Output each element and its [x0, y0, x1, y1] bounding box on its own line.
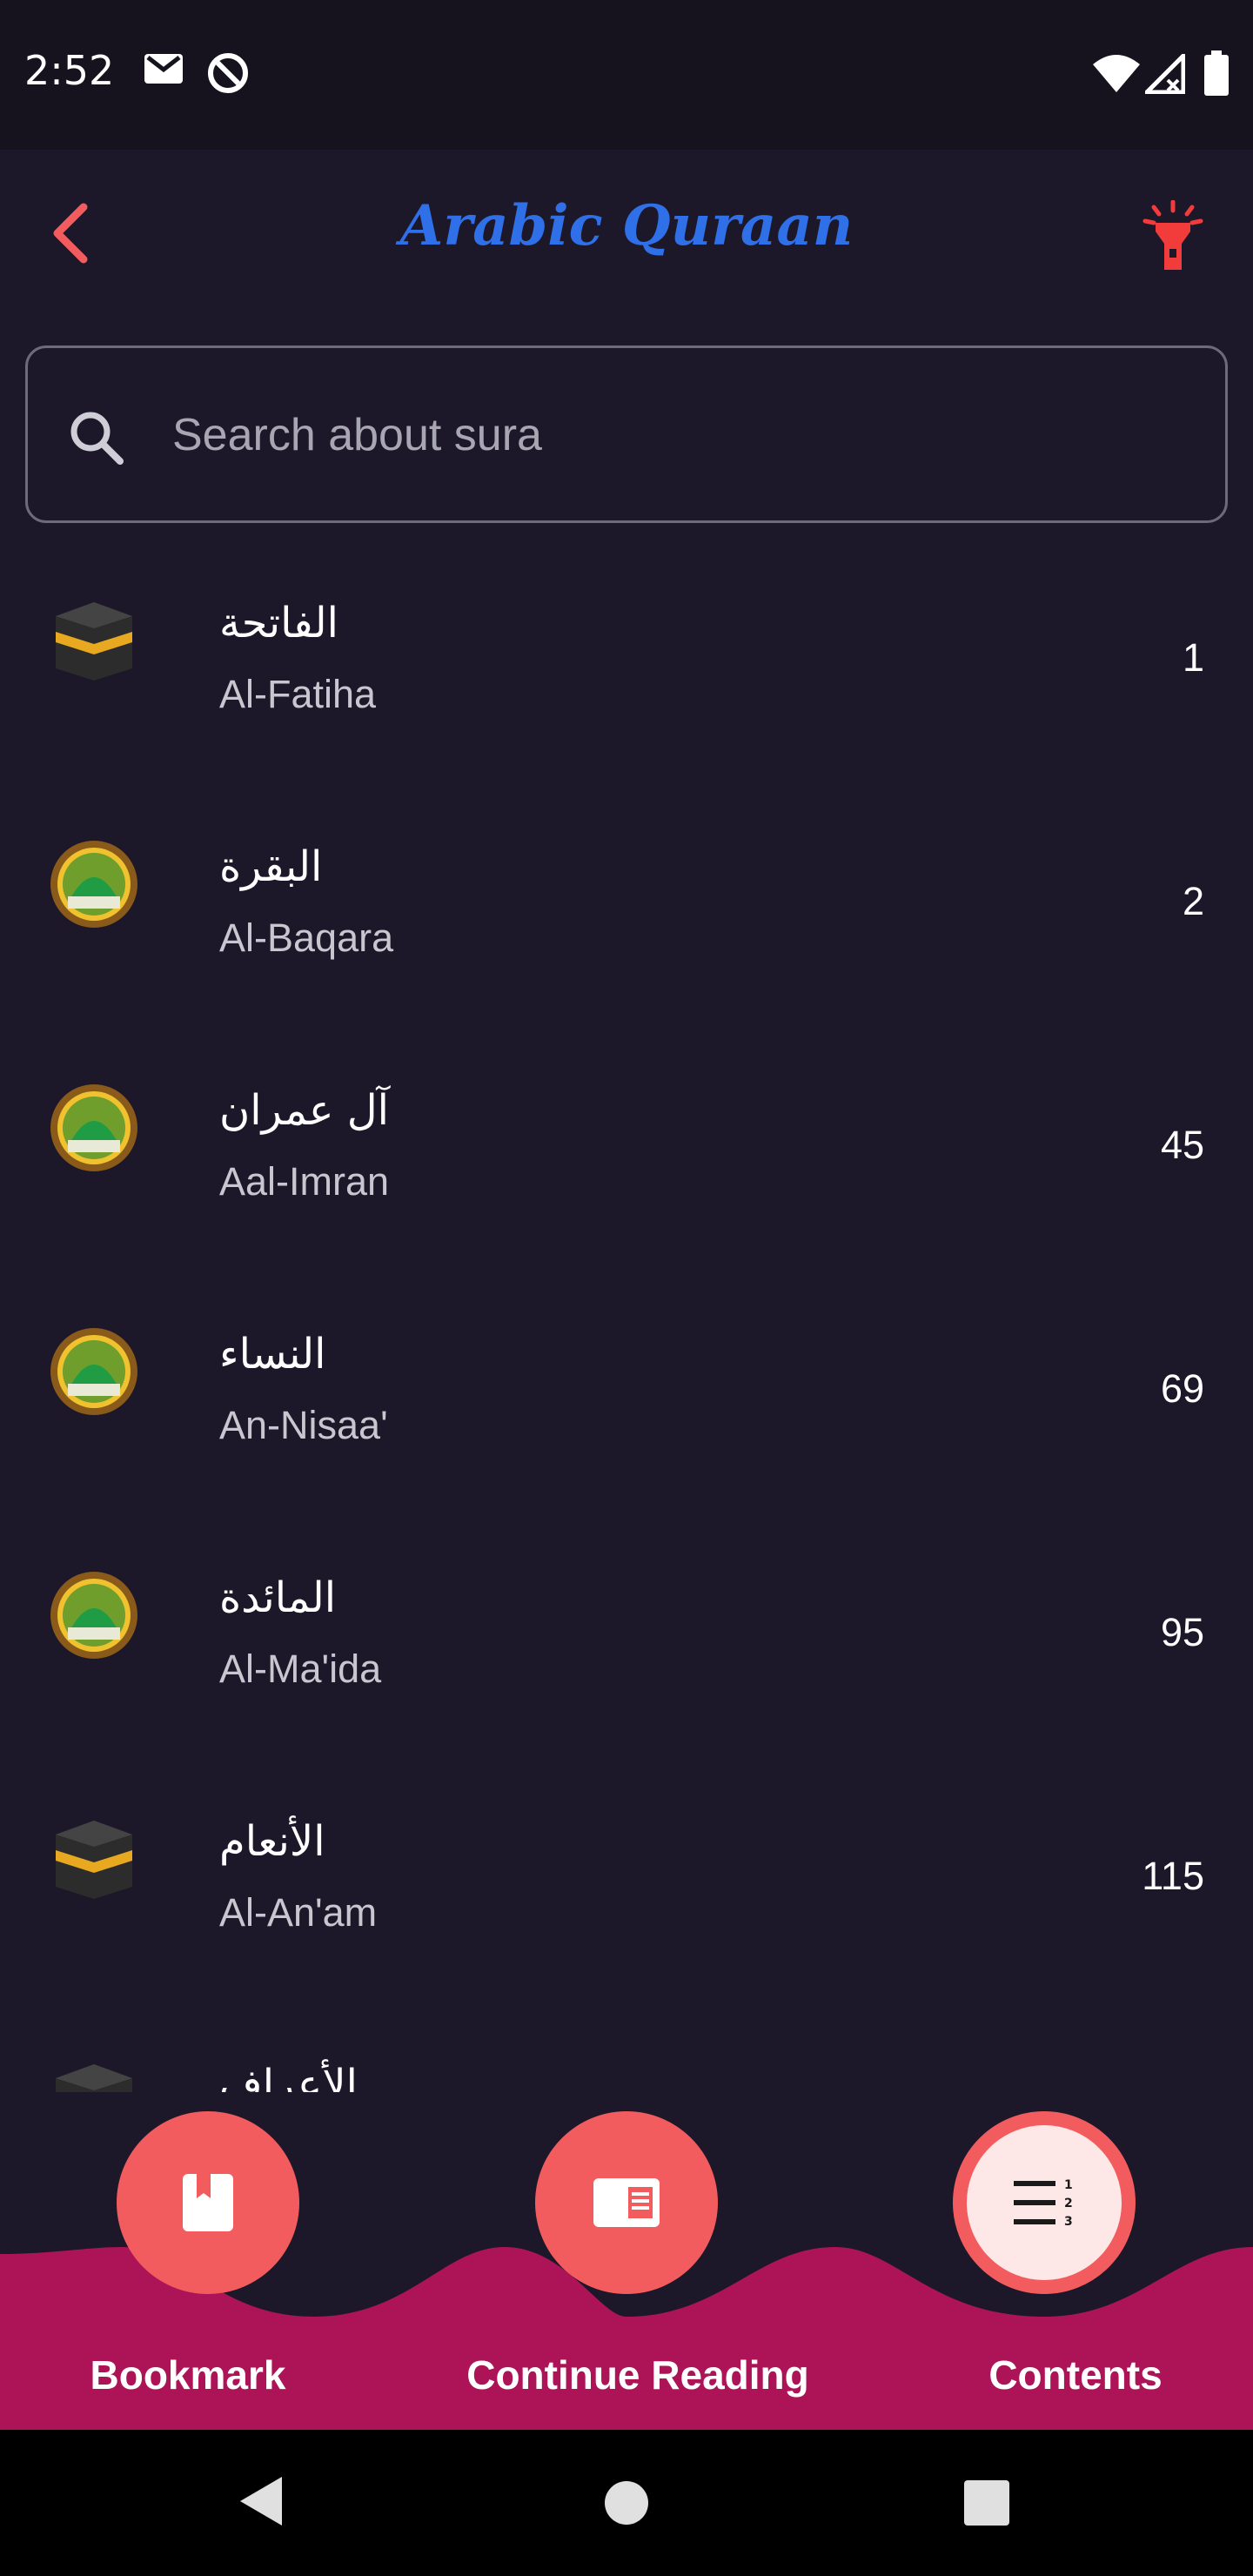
search-icon: [70, 412, 124, 465]
numbered-list-icon: 1 2 3: [1014, 2178, 1073, 2229]
list-item[interactable]: الأعراف: [0, 2014, 1253, 2092]
contents-label[interactable]: Contents: [928, 2351, 1223, 2398]
sura-page-number: 69: [1160, 1366, 1204, 1411]
sura-arabic-name: النساء: [219, 1330, 326, 1379]
sync-off-icon: [208, 53, 248, 93]
sura-arabic-name: البقرة: [219, 842, 323, 891]
app-bar: Arabic Quraan: [0, 150, 1253, 315]
sura-page-number: 1: [1182, 635, 1204, 680]
svg-text:3: 3: [1064, 2215, 1073, 2229]
search-input[interactable]: [172, 392, 1173, 479]
list-item[interactable]: البقرة Al-Baqara 2: [0, 795, 1253, 1039]
list-item[interactable]: الفاتحة Al-Fatiha 1: [0, 552, 1253, 795]
continue-reading-label[interactable]: Continue Reading: [435, 2351, 841, 2398]
sura-latin-name: Al-Baqara: [219, 916, 394, 960]
page-title: Arabic Quraan: [399, 193, 854, 258]
search-box: [25, 345, 1228, 523]
sura-page-number: 45: [1160, 1123, 1204, 1167]
svg-text:2: 2: [1064, 2197, 1073, 2210]
kaaba-icon: [56, 2064, 132, 2092]
list-item[interactable]: الأنعام Al-An'am 115: [0, 1770, 1253, 2014]
sura-arabic-name: الأعراف: [219, 2061, 358, 2092]
kaaba-icon: [56, 602, 132, 681]
signal-icon: [1145, 54, 1185, 94]
bookmark-label[interactable]: Bookmark: [35, 2351, 341, 2398]
list-item[interactable]: المائدة Al-Ma'ida 95: [0, 1526, 1253, 1770]
kaaba-icon: [56, 1821, 132, 1899]
list-item[interactable]: النساء An-Nisaa' 69: [0, 1283, 1253, 1526]
wifi-icon: [1093, 55, 1140, 92]
sura-arabic-name: الفاتحة: [219, 599, 338, 647]
sura-page-number: 115: [1142, 1854, 1204, 1898]
sura-arabic-name: الأنعام: [219, 1817, 325, 1866]
svg-text:1: 1: [1064, 2178, 1073, 2192]
gmail-icon: [144, 54, 183, 84]
status-time: 2:52: [24, 47, 115, 94]
sura-latin-name: Al-Ma'ida: [219, 1647, 382, 1691]
book-icon: [593, 2178, 660, 2227]
mosque-icon: [50, 1572, 137, 1659]
mosque-icon: [50, 1084, 137, 1171]
nav-home-icon[interactable]: [604, 2480, 649, 2526]
sura-latin-name: Aal-Imran: [219, 1159, 390, 1204]
contents-button[interactable]: 1 2 3: [953, 2111, 1136, 2294]
bookmark-button[interactable]: [117, 2111, 299, 2294]
sura-arabic-name: آل عمران: [219, 1086, 389, 1135]
sura-page-number: 95: [1160, 1610, 1204, 1654]
mosque-icon: [50, 1328, 137, 1415]
nav-recents-icon[interactable]: [964, 2480, 1009, 2526]
sura-page-number: 2: [1182, 879, 1204, 923]
sura-list: الفاتحة Al-Fatiha 1 البقرة Al-Baqara 2 آ…: [0, 552, 1253, 2092]
mosque-icon: [50, 841, 137, 928]
nav-back-icon[interactable]: [237, 2475, 285, 2527]
system-nav-bar: [0, 2430, 1253, 2576]
torch-icon[interactable]: [1142, 200, 1204, 273]
sura-latin-name: An-Nisaa': [219, 1403, 388, 1447]
battery-icon: [1204, 50, 1229, 96]
continue-reading-button[interactable]: [535, 2111, 718, 2294]
sura-latin-name: Al-An'am: [219, 1890, 378, 1935]
bookmark-icon: [183, 2174, 233, 2231]
status-bar: 2:52: [0, 0, 1253, 150]
sura-arabic-name: المائدة: [219, 1573, 337, 1622]
list-item[interactable]: آل عمران Aal-Imran 45: [0, 1039, 1253, 1283]
bottom-nav: 1 2 3 Bookmark Continue Reading Contents: [0, 2089, 1253, 2430]
sura-latin-name: Al-Fatiha: [219, 672, 377, 716]
